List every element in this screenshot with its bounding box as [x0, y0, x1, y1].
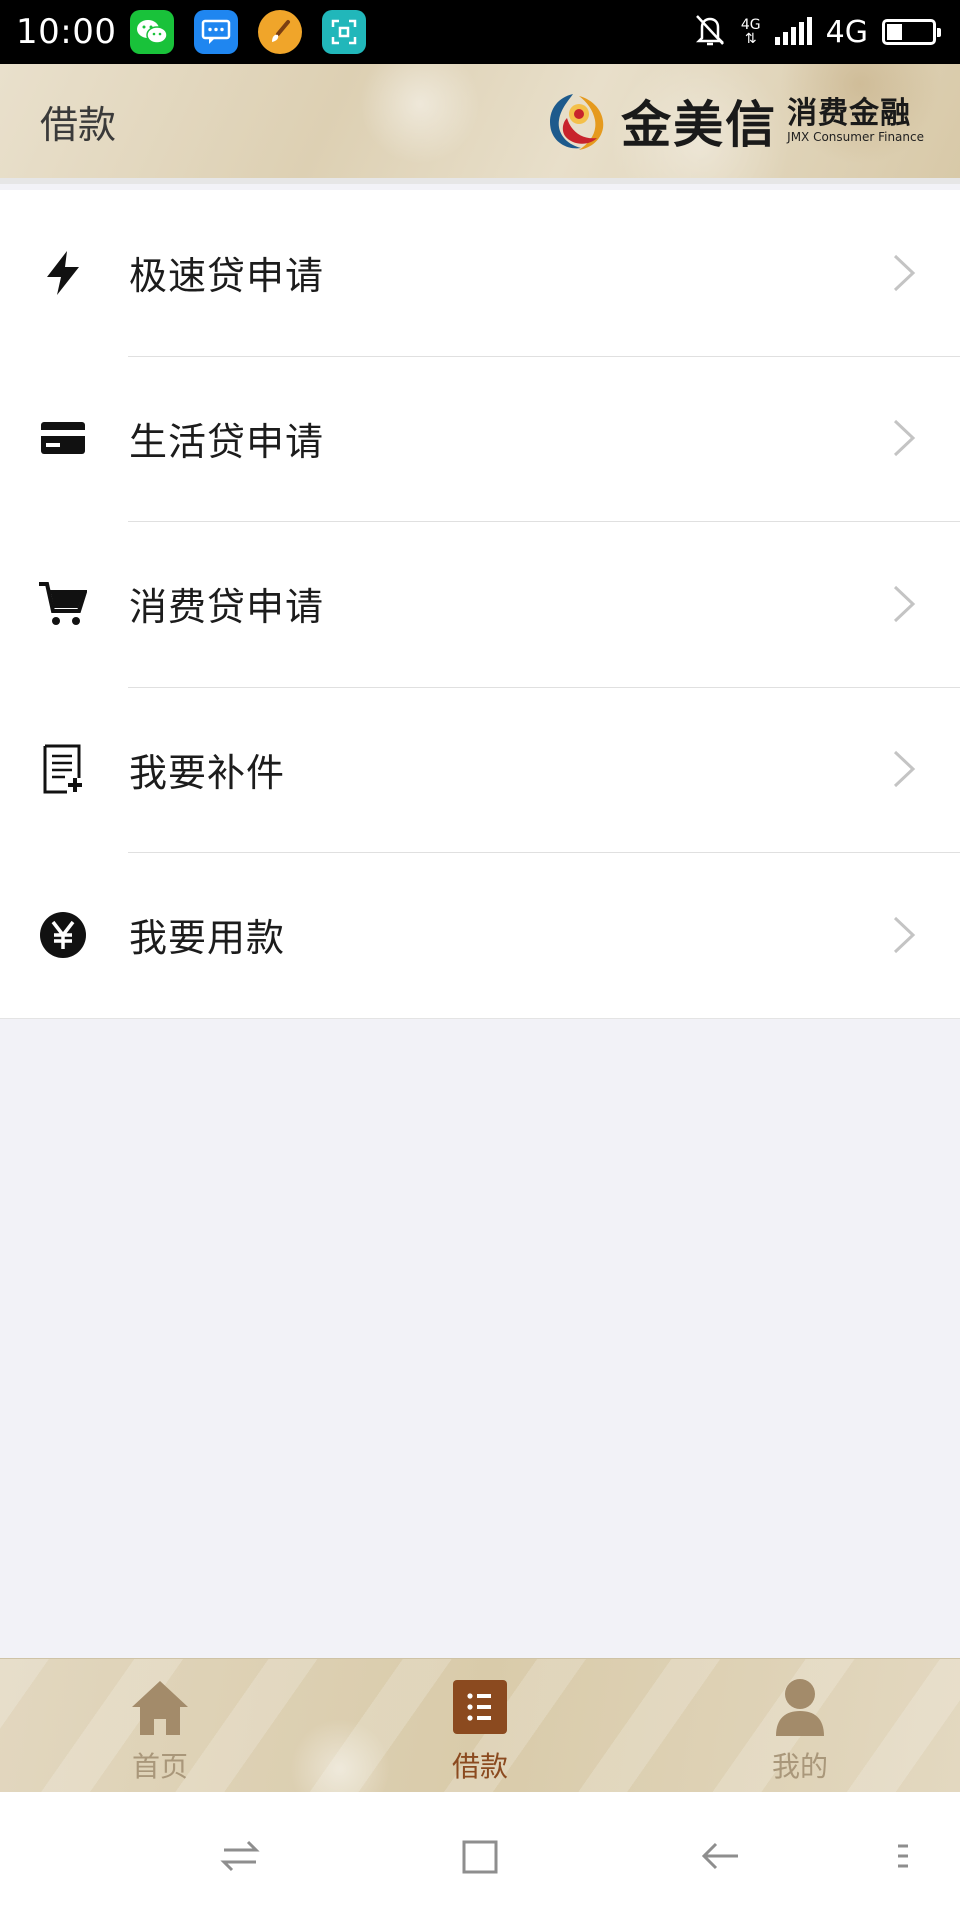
- page-title: 借款: [40, 102, 117, 147]
- menu-item-express-loan[interactable]: 极速贷申请: [0, 190, 960, 356]
- profile-icon: [770, 1677, 830, 1737]
- app-header: 借款 金美信 消费金融 JMX Consumer Finance: [0, 64, 960, 184]
- battery-icon: [882, 19, 941, 45]
- tab-loan[interactable]: 借款: [320, 1659, 640, 1792]
- chevron-right-icon: [893, 916, 916, 953]
- network-type-label: 4G: [825, 14, 868, 50]
- brand-subtitle: 消费金融 JMX Consumer Finance: [787, 96, 924, 145]
- wechat-icon: [130, 10, 175, 54]
- switch-apps-icon[interactable]: [216, 1832, 264, 1880]
- brand-logo: 金美信 消费金融 JMX Consumer Finance: [543, 85, 924, 157]
- credit-card-icon: [39, 414, 87, 462]
- lightning-icon: [39, 249, 87, 297]
- tab-label: 借款: [451, 1750, 508, 1783]
- tab-profile[interactable]: 我的: [640, 1659, 960, 1792]
- data-arrows-icon: ⇅: [744, 31, 757, 47]
- brand-subtitle-cn: 消费金融: [787, 96, 912, 131]
- tab-home[interactable]: 首页: [0, 1659, 320, 1792]
- status-app-icons: [130, 10, 386, 54]
- home-button-icon[interactable]: [456, 1832, 504, 1880]
- tab-label: 首页: [131, 1750, 188, 1783]
- brand-subtitle-en: JMX Consumer Finance: [787, 130, 924, 144]
- back-arrow-icon[interactable]: [696, 1832, 744, 1880]
- chevron-right-icon: [893, 751, 916, 788]
- loan-menu-list: 极速贷申请 生活贷申请 消费贷申请 我要补件 我要用款: [0, 190, 960, 1019]
- menu-item-label: 生活贷申请: [129, 419, 325, 464]
- chevron-right-icon: [893, 585, 916, 622]
- bottom-tab-bar: 首页 借款 我的: [0, 1658, 960, 1792]
- system-nav-bar: [0, 1792, 960, 1920]
- bell-muted-icon: [693, 12, 727, 52]
- signal-strength-icon: [774, 17, 812, 45]
- status-bar: 10:00 4G ⇅ 4G: [0, 0, 960, 64]
- brand-emblem-icon: [550, 94, 604, 150]
- status-indicators: 4G ⇅ 4G: [693, 12, 941, 52]
- menu-item-label: 消费贷申请: [129, 585, 325, 630]
- menu-item-label: 我要用款: [129, 916, 286, 961]
- messages-icon: [194, 10, 239, 54]
- tab-label: 我的: [771, 1750, 828, 1783]
- chevron-right-icon: [893, 420, 916, 457]
- chevron-right-icon: [893, 254, 916, 291]
- network-activity-indicator: 4G ⇅: [741, 18, 761, 46]
- menu-item-use-funds[interactable]: 我要用款: [0, 852, 960, 1018]
- menu-item-supplement-docs[interactable]: 我要补件: [0, 686, 960, 853]
- menu-item-consumer-loan[interactable]: 消费贷申请: [0, 521, 960, 687]
- scanner-icon: [322, 10, 367, 54]
- battery-level: [887, 24, 903, 40]
- brand-name: 金美信: [621, 96, 778, 154]
- menu-item-life-loan[interactable]: 生活贷申请: [0, 355, 960, 522]
- document-add-icon: [39, 744, 87, 794]
- yuan-coin-icon: [39, 911, 87, 959]
- menu-item-label: 我要补件: [129, 750, 286, 795]
- shopping-cart-icon: [39, 580, 87, 628]
- status-time: 10:00: [16, 12, 117, 52]
- home-icon: [130, 1677, 190, 1737]
- menu-item-label: 极速贷申请: [129, 254, 325, 299]
- loan-list-icon: [450, 1677, 510, 1737]
- paint-icon: [258, 10, 303, 54]
- menu-dots-icon[interactable]: [890, 1832, 914, 1880]
